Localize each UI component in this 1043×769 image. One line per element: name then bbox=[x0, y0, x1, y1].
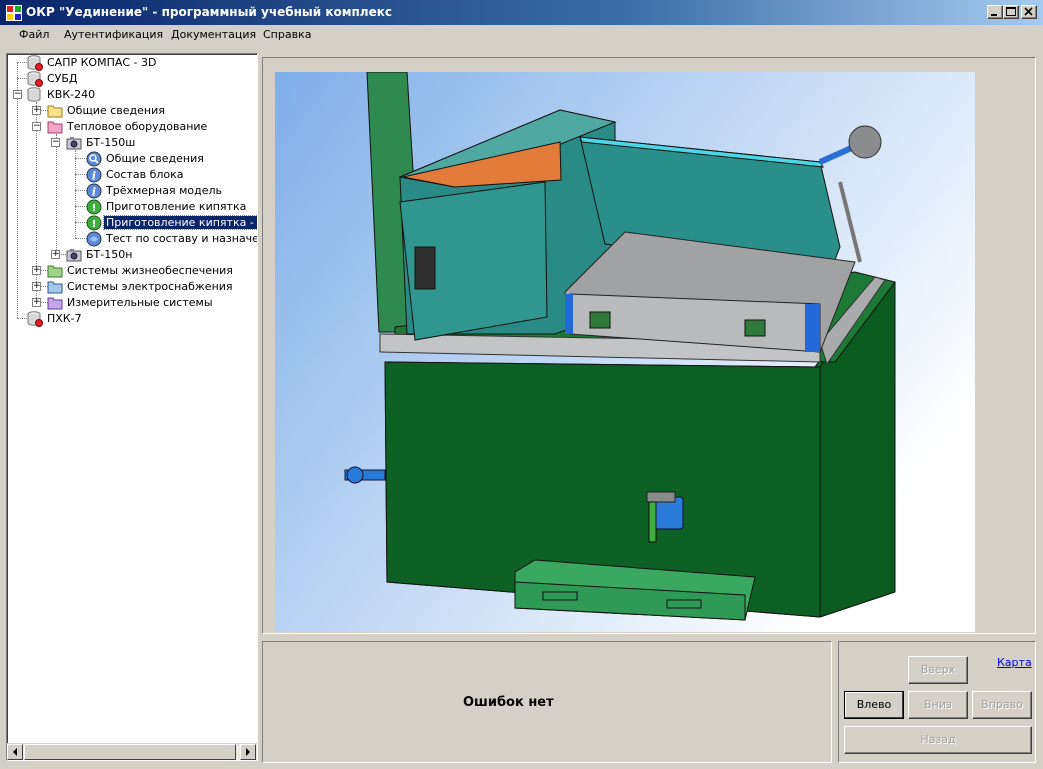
tree-item-label-selected: Приготовление кипятка - про bbox=[102, 215, 257, 230]
close-button[interactable] bbox=[1021, 5, 1037, 19]
tree-item-phk-7[interactable]: ПХК-7 bbox=[7, 311, 257, 327]
tree-item-block-composition[interactable]: i Состав блока bbox=[7, 167, 257, 183]
expand-icon[interactable]: + bbox=[32, 266, 41, 275]
status-message: Ошибок нет bbox=[463, 695, 554, 710]
test-globe-icon bbox=[86, 231, 102, 247]
camera-icon bbox=[66, 249, 82, 262]
menu-authentication[interactable]: Аутентификация bbox=[64, 28, 163, 41]
database-icon bbox=[27, 87, 41, 102]
tree-item-boiling-water-selected[interactable]: ! Приготовление кипятка - про bbox=[7, 215, 257, 231]
database-red-icon bbox=[27, 311, 43, 327]
expand-icon[interactable]: + bbox=[51, 250, 60, 259]
map-link[interactable]: Карта bbox=[997, 656, 1032, 669]
folder-blue-icon bbox=[47, 281, 63, 294]
tree-item-label: САПР КОМПАС - 3D bbox=[47, 56, 157, 69]
close-icon bbox=[1024, 7, 1033, 16]
tree-item-block-general[interactable]: Общие сведения bbox=[7, 151, 257, 167]
folder-yellow-icon bbox=[47, 105, 63, 118]
tree-item-label: Системы электроснабжения bbox=[67, 280, 233, 293]
back-button[interactable]: Назад bbox=[844, 726, 1032, 754]
tree-item-test[interactable]: Тест по составу и назначени bbox=[7, 231, 257, 247]
tree-item-power-supply[interactable]: + Системы электроснабжения bbox=[7, 279, 257, 295]
collapse-icon[interactable]: − bbox=[51, 138, 60, 147]
svg-text:!: ! bbox=[92, 219, 97, 230]
svg-text:i: i bbox=[92, 186, 96, 199]
tree-item-label: Тест по составу и назначени bbox=[106, 232, 257, 245]
tree-item-label: БТ-150н bbox=[86, 248, 133, 261]
tree-item-label: Состав блока bbox=[106, 168, 184, 181]
tree-item-measurement-systems[interactable]: + Измерительные системы bbox=[7, 295, 257, 311]
collapse-icon[interactable]: − bbox=[32, 122, 41, 131]
menu-help[interactable]: Справка bbox=[263, 28, 311, 41]
tree-item-thermal-equipment[interactable]: − Тепловое оборудование bbox=[7, 119, 257, 135]
green-globe-icon: ! bbox=[86, 199, 102, 215]
scroll-thumb[interactable] bbox=[24, 744, 236, 760]
model-viewer bbox=[262, 57, 1036, 634]
tree-item-boiling-water[interactable]: ! Приготовление кипятка bbox=[7, 199, 257, 215]
up-button[interactable]: Вверх bbox=[908, 656, 968, 684]
minimize-icon bbox=[991, 14, 997, 16]
tree-view[interactable]: САПР КОМПАС - 3D СУБД − КВК-240 + Общие … bbox=[6, 53, 258, 761]
svg-text:!: ! bbox=[92, 203, 97, 214]
tree-item-label: Общие сведения bbox=[106, 152, 204, 165]
search-globe-icon bbox=[86, 151, 102, 167]
tree-item-label: Приготовление кипятка bbox=[106, 200, 247, 213]
svg-text:i: i bbox=[92, 170, 96, 183]
maximize-icon bbox=[1006, 7, 1016, 16]
menu-bar: Файл Аутентификация Документация Справка bbox=[0, 25, 1043, 45]
expand-icon[interactable]: + bbox=[32, 282, 41, 291]
expand-icon[interactable]: + bbox=[32, 106, 41, 115]
maximize-button[interactable] bbox=[1003, 5, 1019, 19]
scroll-left-button[interactable] bbox=[7, 744, 23, 760]
status-panel: Ошибок нет bbox=[262, 641, 832, 763]
green-globe-icon: ! bbox=[86, 215, 102, 231]
tree-item-general-info[interactable]: + Общие сведения bbox=[7, 103, 257, 119]
app-icon bbox=[6, 5, 22, 21]
minimize-button[interactable] bbox=[987, 5, 1003, 19]
menu-file[interactable]: Файл bbox=[19, 28, 49, 41]
tree-item-label: ПХК-7 bbox=[47, 312, 82, 325]
tree-item-label: Системы жизнеобеспечения bbox=[67, 264, 233, 277]
tree-item-kvk-240[interactable]: − КВК-240 bbox=[7, 87, 257, 103]
tree-item-bt-150sh[interactable]: − БТ-150ш bbox=[7, 135, 257, 151]
tree-item-3d-model[interactable]: i Трёхмерная модель bbox=[7, 183, 257, 199]
tree-item-label: Измерительные системы bbox=[67, 296, 213, 309]
right-button[interactable]: Вправо bbox=[972, 691, 1032, 719]
menu-documentation[interactable]: Документация bbox=[171, 28, 256, 41]
tree-item-label: Трёхмерная модель bbox=[106, 184, 222, 197]
horizontal-scrollbar[interactable] bbox=[7, 743, 257, 760]
tree-item-sapr-kompas[interactable]: САПР КОМПАС - 3D bbox=[7, 55, 257, 71]
tree-item-label: БТ-150ш bbox=[86, 136, 136, 149]
tree-item-label: Тепловое оборудование bbox=[67, 120, 208, 133]
title-bar: ОКР "Уединение" - программный учебный ко… bbox=[0, 0, 1043, 25]
tree-item-bt-150n[interactable]: + БТ-150н bbox=[7, 247, 257, 263]
tree-item-subd[interactable]: СУБД bbox=[7, 71, 257, 87]
folder-violet-icon bbox=[47, 297, 63, 310]
database-red-icon bbox=[27, 71, 43, 87]
info-icon: i bbox=[86, 183, 102, 199]
expand-icon[interactable]: + bbox=[32, 298, 41, 307]
folder-pink-icon bbox=[47, 121, 63, 134]
scroll-right-button[interactable] bbox=[240, 744, 256, 760]
left-button[interactable]: Влево bbox=[844, 691, 904, 719]
tree-item-label: Общие сведения bbox=[67, 104, 165, 117]
info-icon: i bbox=[86, 167, 102, 183]
arrow-left-icon bbox=[13, 748, 17, 756]
database-red-icon bbox=[27, 55, 43, 71]
tree-item-label: КВК-240 bbox=[47, 88, 96, 101]
tree-item-life-support[interactable]: + Системы жизнеобеспечения bbox=[7, 263, 257, 279]
tree-item-label: СУБД bbox=[47, 72, 78, 85]
window-title: ОКР "Уединение" - программный учебный ко… bbox=[26, 5, 392, 19]
boiler-3d-render[interactable] bbox=[275, 72, 975, 632]
folder-green-icon bbox=[47, 265, 63, 278]
navigation-panel: Карта Вверх Влево Вниз Вправо Назад bbox=[838, 641, 1036, 763]
collapse-icon[interactable]: − bbox=[13, 90, 22, 99]
camera-icon bbox=[66, 137, 82, 150]
arrow-right-icon bbox=[246, 748, 250, 756]
down-button[interactable]: Вниз bbox=[908, 691, 968, 719]
